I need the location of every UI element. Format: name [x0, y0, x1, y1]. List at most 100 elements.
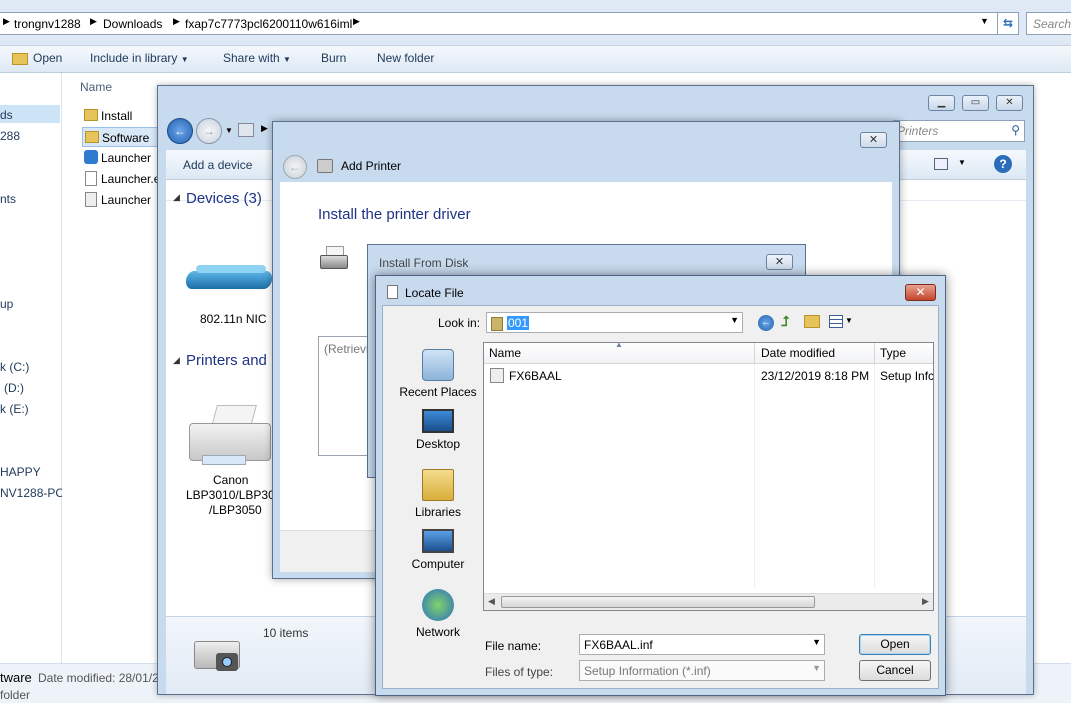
close-button[interactable]: ✕: [905, 284, 936, 301]
nav-item[interactable]: HAPPY: [0, 465, 41, 479]
list-item[interactable]: Launcher: [82, 148, 162, 168]
files-of-type-label: Files of type:: [485, 665, 554, 679]
back-icon[interactable]: ←: [758, 315, 774, 331]
explorer-nav-pane: ds 288 nts up k (C:) (D:) k (E:) HAPPY N…: [0, 73, 64, 663]
scroll-right-icon[interactable]: ▶: [922, 596, 929, 607]
printer-label-1[interactable]: Canon: [213, 473, 248, 487]
forward-button[interactable]: →: [196, 118, 222, 144]
place-label: Desktop: [415, 437, 461, 451]
explorer-toolbar: Open Include in library ▼ Share with ▼ B…: [0, 46, 1071, 73]
section-printers[interactable]: Printers and F: [186, 352, 280, 369]
breadcrumb-item[interactable]: trongnv1288: [14, 17, 81, 31]
list-item-selected[interactable]: Software: [82, 127, 162, 147]
search-icon[interactable]: ⚲: [1011, 123, 1020, 137]
device-label[interactable]: 802.11n NIC: [200, 312, 267, 326]
chevron-right-icon: ▶: [353, 16, 360, 26]
column-header-name[interactable]: Name: [80, 80, 112, 94]
collapse-arrow-icon[interactable]: ◢: [173, 355, 180, 366]
maximize-button[interactable]: ▭: [962, 95, 989, 111]
recent-pages-arrow-icon[interactable]: ▼: [225, 126, 233, 135]
router-icon[interactable]: [184, 265, 274, 295]
column-header-name[interactable]: Name: [489, 346, 521, 360]
nav-item[interactable]: up: [0, 297, 13, 311]
column-divider[interactable]: [754, 343, 755, 364]
horizontal-scrollbar[interactable]: ◀ ▶: [484, 593, 933, 610]
view-menu-icon[interactable]: [829, 315, 843, 328]
explorer-search-input[interactable]: Search: [1026, 12, 1071, 35]
share-with-button[interactable]: Share with ▼: [223, 51, 291, 65]
list-item[interactable]: Launcher: [82, 190, 162, 210]
scrollbar-thumb[interactable]: [501, 596, 815, 608]
minimize-button[interactable]: ▁: [928, 95, 955, 111]
collapse-arrow-icon[interactable]: ◢: [173, 192, 180, 203]
place-label: Computer: [411, 557, 465, 571]
close-button[interactable]: ✕: [996, 95, 1023, 111]
up-folder-icon[interactable]: ⮥: [781, 313, 789, 330]
help-icon[interactable]: ?: [994, 155, 1012, 173]
list-item[interactable]: Launcher.e: [82, 169, 162, 189]
computer-icon: [422, 529, 454, 553]
install-driver-heading: Install the printer driver: [318, 206, 471, 223]
desktop-icon: [422, 409, 454, 433]
file-name-input[interactable]: FX6BAAL.inf ▼: [579, 634, 825, 655]
printer-body-shape: [320, 255, 348, 269]
nav-item[interactable]: k (C:): [0, 360, 29, 374]
lens-shape: [222, 657, 232, 667]
burn-button[interactable]: Burn: [321, 51, 346, 65]
breadcrumb-item[interactable]: fxap7c7773pcl6200110w616iml: [185, 17, 352, 31]
printer-label-2[interactable]: LBP3010/LBP301: [186, 488, 281, 502]
look-in-combo[interactable]: 001 ▼: [486, 312, 743, 333]
place-desktop[interactable]: Desktop: [393, 409, 483, 451]
nav-item[interactable]: NV1288-PC: [0, 486, 64, 500]
open-button[interactable]: Open: [859, 634, 931, 655]
address-bar[interactable]: ▶ trongnv1288 ▶ Downloads ▶ fxap7c7773pc…: [0, 12, 1018, 35]
printer-camera-icon: [186, 627, 246, 679]
close-button[interactable]: ✕: [860, 132, 887, 148]
cancel-button[interactable]: Cancel: [859, 660, 931, 681]
add-a-device-button[interactable]: Add a device: [183, 158, 252, 172]
nav-item[interactable]: ds: [0, 108, 13, 122]
place-label: Libraries: [414, 505, 462, 519]
place-recent-places[interactable]: Recent Places: [393, 349, 483, 399]
view-options-icon[interactable]: [934, 158, 948, 170]
section-devices[interactable]: Devices (3): [186, 190, 262, 207]
place-libraries[interactable]: Libraries: [393, 469, 483, 519]
file-name: Launcher: [101, 151, 152, 165]
file-list: Name ▲ Date modified Type FX6BAAL 23/12/…: [483, 340, 934, 611]
files-of-type-select[interactable]: Setup Information (*.inf) ▼: [579, 660, 825, 681]
include-in-library-button[interactable]: Include in library ▼: [90, 51, 189, 65]
printer-icon: [318, 246, 350, 272]
place-network[interactable]: Network: [393, 589, 483, 639]
place-computer[interactable]: Computer: [393, 529, 483, 571]
table-row[interactable]: FX6BAAL 23/12/2019 8:18 PM Setup Infc: [484, 365, 933, 386]
scroll-left-icon[interactable]: ◀: [488, 596, 495, 607]
new-folder-icon[interactable]: [804, 315, 820, 328]
chevron-right-icon: ▶: [261, 123, 268, 133]
devices-search-input[interactable]: Printers ⚲: [893, 120, 1025, 142]
document-icon: [387, 285, 398, 299]
column-header-date[interactable]: Date modified: [761, 346, 835, 360]
recent-places-icon: [422, 349, 454, 381]
column-header-type[interactable]: Type: [880, 346, 906, 360]
back-button[interactable]: ←: [167, 118, 193, 144]
nav-item[interactable]: 288: [0, 129, 20, 143]
status-type: folder: [0, 688, 31, 702]
list-item[interactable]: Install: [82, 106, 162, 126]
close-button[interactable]: ✕: [766, 254, 793, 270]
breadcrumb-item[interactable]: Downloads: [103, 17, 162, 31]
dropdown-arrow-icon[interactable]: ▼: [845, 316, 853, 325]
nav-item[interactable]: k (E:): [0, 402, 29, 416]
open-button[interactable]: Open: [12, 51, 62, 65]
back-button[interactable]: ←: [283, 155, 307, 179]
refresh-icon[interactable]: ⇆: [997, 12, 1019, 35]
file-name: Launcher.e: [101, 172, 161, 186]
printer-icon[interactable]: [184, 405, 274, 475]
dropdown-arrow-icon[interactable]: ▼: [958, 158, 966, 167]
share-label: Share with: [223, 51, 280, 65]
nav-item[interactable]: nts: [0, 192, 16, 206]
printer-label-3[interactable]: /LBP3050: [209, 503, 262, 517]
nav-item[interactable]: (D:): [4, 381, 24, 395]
column-divider[interactable]: [874, 343, 875, 364]
new-folder-button[interactable]: New folder: [377, 51, 434, 65]
dropdown-arrow-icon[interactable]: ▼: [980, 16, 989, 26]
